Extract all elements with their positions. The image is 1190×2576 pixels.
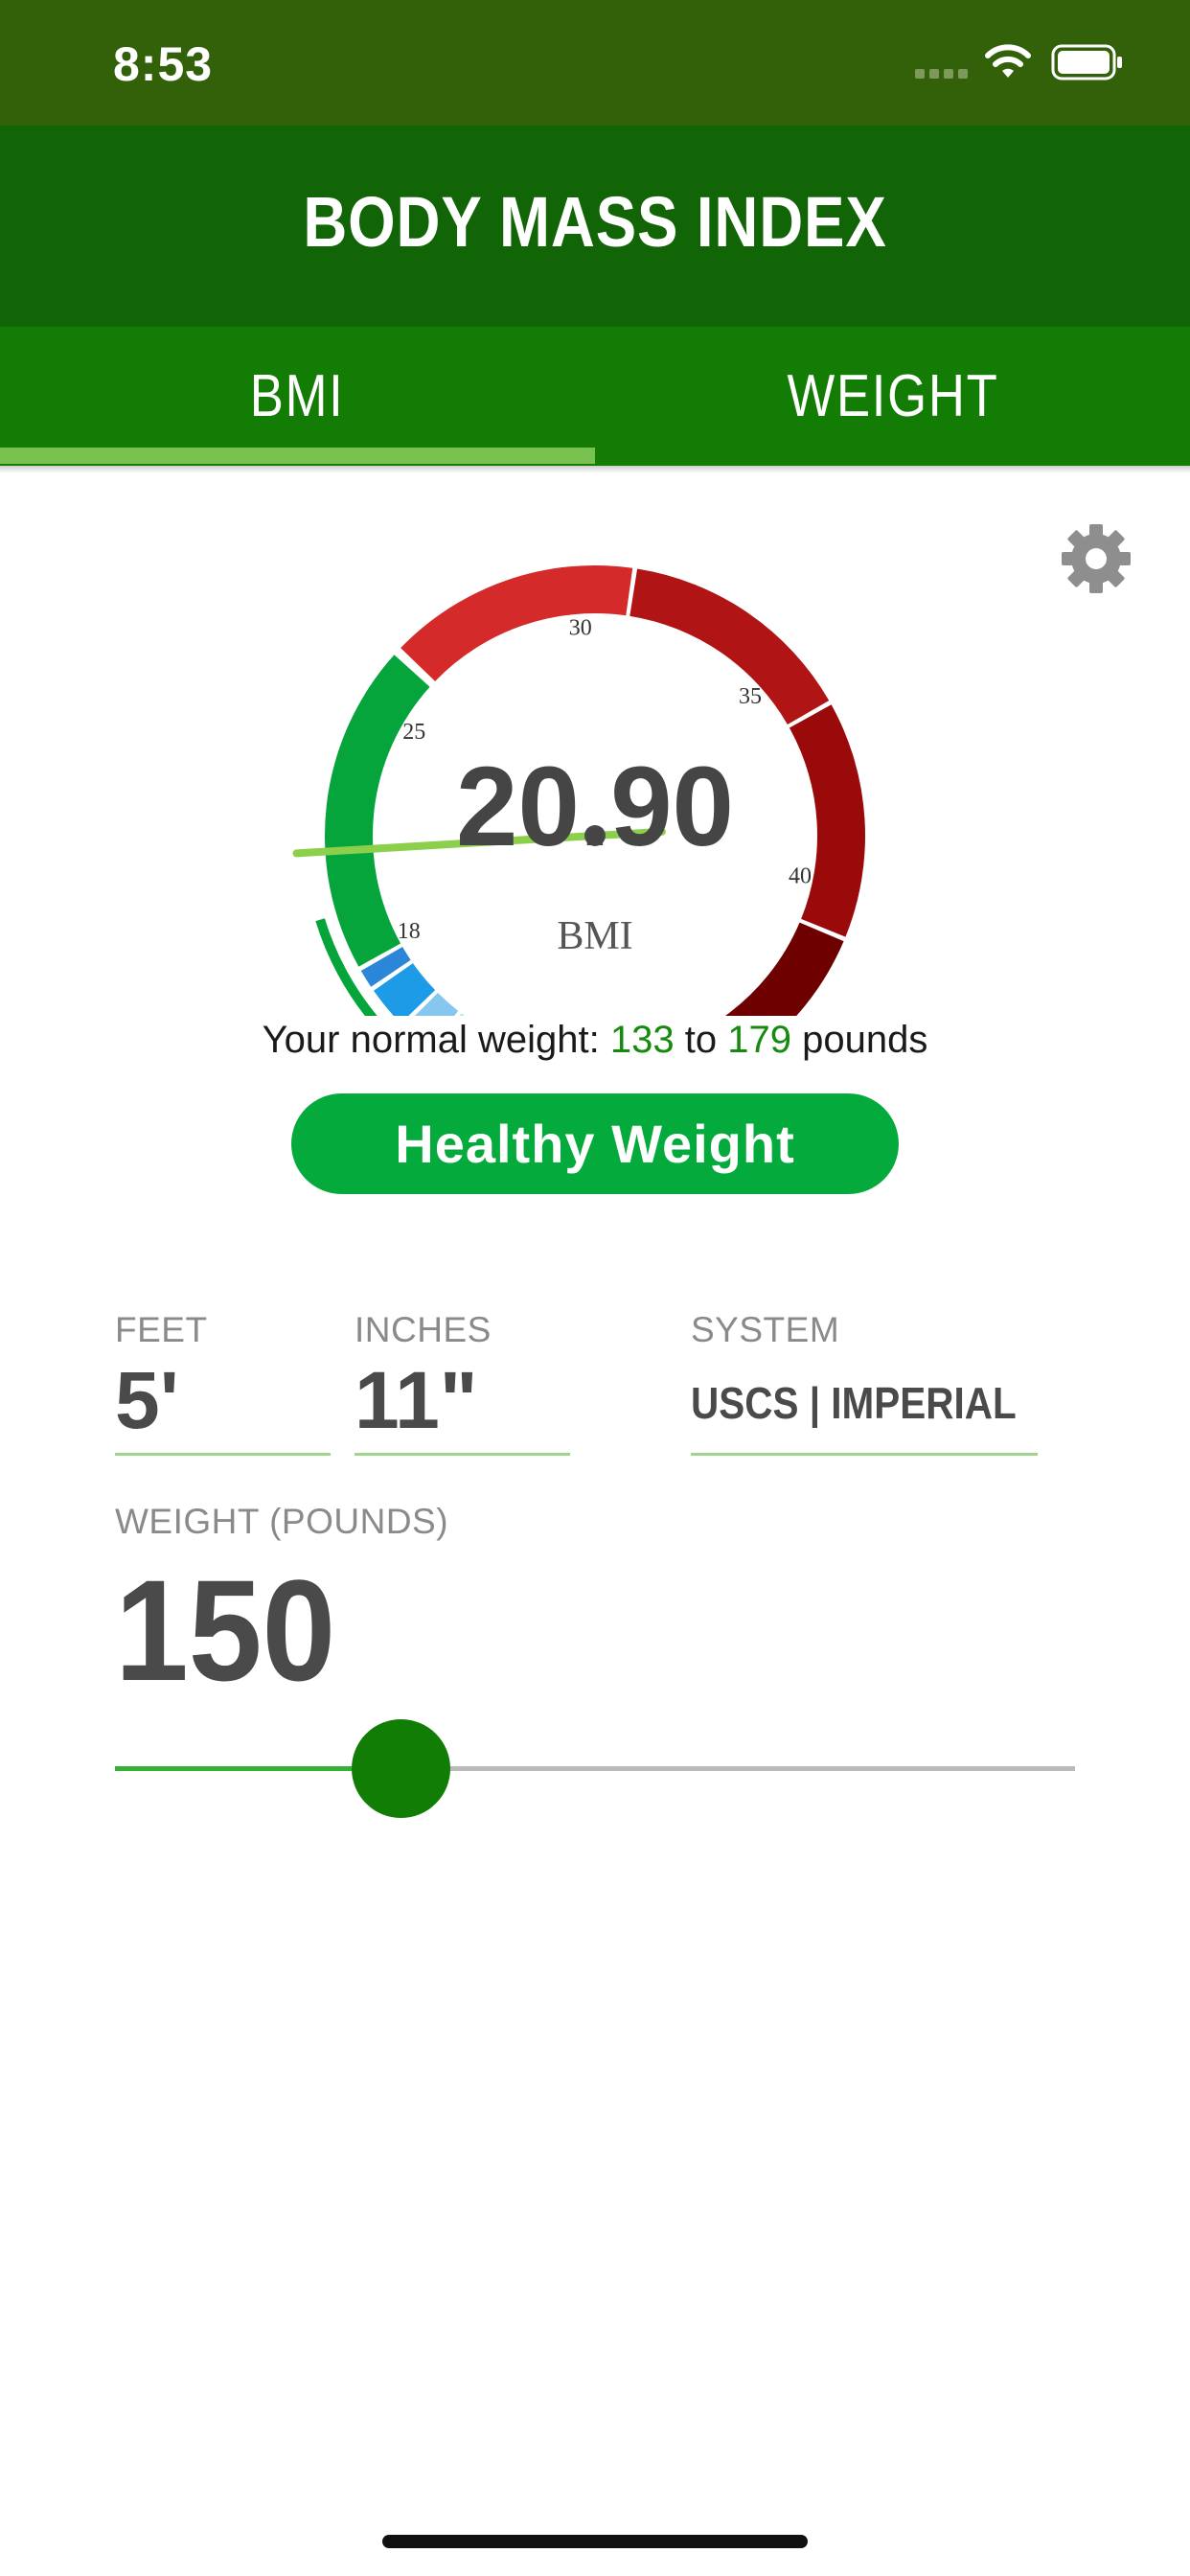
tab-shadow bbox=[0, 466, 1190, 473]
inches-underline bbox=[355, 1453, 570, 1456]
inches-field[interactable]: 11" bbox=[355, 1354, 478, 1447]
normal-weight-unit: pounds bbox=[802, 1019, 928, 1061]
tab-bar: BMI WEIGHT bbox=[0, 327, 1190, 466]
tab-weight-label: WEIGHT bbox=[786, 363, 998, 429]
feet-underline bbox=[115, 1453, 331, 1456]
home-indicator bbox=[382, 2535, 808, 2548]
page-title: BODY MASS INDEX bbox=[303, 182, 887, 262]
weight-status-badge: Healthy Weight bbox=[291, 1093, 899, 1194]
inches-label: INCHES bbox=[355, 1310, 492, 1349]
bmi-gauge: 18 25 30 35 40 20.90 BMI bbox=[292, 564, 865, 1016]
gauge-tick-label: 40 bbox=[789, 864, 812, 889]
tab-selected-indicator bbox=[0, 448, 595, 464]
battery-icon bbox=[1051, 44, 1122, 80]
system-selector[interactable]: USCS | IMPERIAL bbox=[691, 1377, 1017, 1429]
gauge-tick-label: 35 bbox=[739, 684, 762, 709]
gauge-tick-label: 30 bbox=[569, 616, 592, 641]
status-bar: 8:53 bbox=[0, 0, 1190, 126]
gauge-band-obese-2 bbox=[789, 704, 865, 937]
feet-label: FEET bbox=[115, 1310, 208, 1349]
normal-weight-prefix: Your normal weight: bbox=[262, 1019, 600, 1061]
status-time: 8:53 bbox=[113, 37, 214, 91]
tab-bmi[interactable]: BMI bbox=[0, 327, 595, 466]
tab-weight[interactable]: WEIGHT bbox=[595, 327, 1190, 466]
weight-slider-track[interactable] bbox=[402, 1766, 1075, 1771]
system-label: SYSTEM bbox=[691, 1310, 840, 1349]
gauge-tick-label: 18 bbox=[398, 919, 421, 944]
feet-field[interactable]: 5' bbox=[115, 1354, 179, 1447]
normal-weight-high: 179 bbox=[727, 1019, 791, 1061]
app-header: BODY MASS INDEX bbox=[0, 126, 1190, 327]
normal-weight-to: to bbox=[684, 1019, 718, 1061]
system-underline bbox=[691, 1453, 1038, 1456]
tab-bmi-label: BMI bbox=[250, 363, 345, 429]
normal-weight-range: Your normal weight: 133 to 179 pounds bbox=[0, 1019, 1190, 1062]
gauge-band-overweight bbox=[400, 564, 633, 681]
weight-label: WEIGHT (POUNDS) bbox=[115, 1502, 449, 1541]
weight-slider-thumb[interactable] bbox=[352, 1719, 450, 1818]
gauge-tick-label: 25 bbox=[402, 720, 425, 745]
bmi-unit-label: BMI bbox=[557, 914, 632, 958]
cellular-signal-icon bbox=[915, 69, 968, 79]
weight-status-label: Healthy Weight bbox=[395, 1114, 795, 1174]
normal-weight-low: 133 bbox=[609, 1019, 675, 1061]
gauge-band-severe bbox=[724, 922, 844, 1016]
weight-value[interactable]: 150 bbox=[115, 1548, 335, 1714]
bmi-value: 20.90 bbox=[456, 744, 734, 870]
gauge-band-obese bbox=[629, 568, 830, 724]
wifi-icon bbox=[985, 44, 1031, 78]
